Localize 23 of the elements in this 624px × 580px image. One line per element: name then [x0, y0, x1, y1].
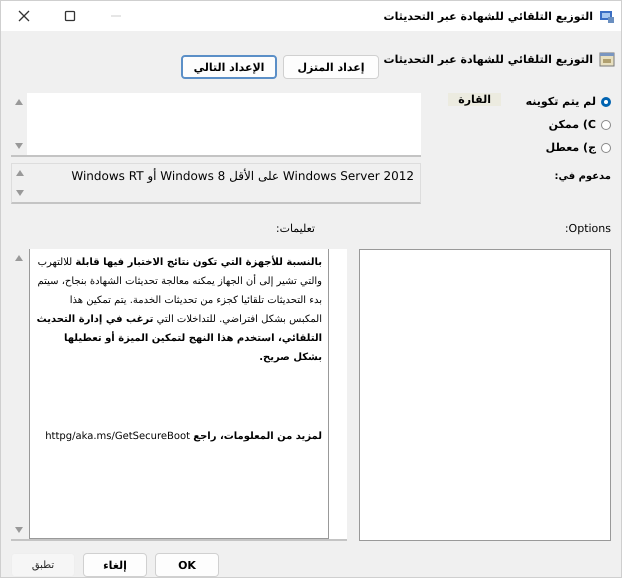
maximize-icon [64, 10, 76, 22]
supported-box: Windows Server 2012 على الأقل Windows 8 أو Windows RT [11, 162, 421, 204]
state-radio[interactable]: لم يتم تكوينه [501, 95, 611, 108]
window-title: التوزيع التلقائي للشهادة عبر التحديثات [384, 10, 593, 22]
nav-button[interactable]: إعداد المتزل [283, 55, 379, 79]
help-paragraph: بالنسبة للأجهزة التي تكون نتائج الاختبار فيها قابلة للالتهرب والتي تشير إلى أن الجهاز يمكنه معالجة تحديثات الشهادة بنجاح، سيتم بدء التحديثات تلقائيا كجزء من تحديثات الخدمة. يتم تمكين هذا المكبس بشكل افتراضي. للتداخلات التي ترغب في إدارة التحديث التلقائي، استخدم هذا النهج لتمكين الميزة أو تعطيلها بشكل صريح. [36, 254, 322, 365]
close-icon [18, 10, 30, 22]
state-radio[interactable]: C) ممكن [501, 118, 611, 131]
comment-label: القارة [448, 93, 501, 106]
dialog-button[interactable]: OK [155, 553, 219, 577]
policy-title: التوزيع التلقائي للشهادة عبر التحديثات [384, 52, 593, 66]
policy-icon [599, 8, 615, 24]
settings-page-icon [599, 51, 615, 67]
nav-button[interactable]: الإعداد التالي [181, 55, 277, 79]
help-label: تعليمات: [276, 222, 315, 235]
radio-indicator[interactable] [601, 120, 611, 130]
options-label: Options: [564, 222, 611, 235]
radio-indicator[interactable] [601, 96, 611, 106]
comment-field[interactable] [11, 93, 421, 157]
state-radio[interactable]: ج) معطل [501, 141, 611, 154]
dialog-button[interactable]: إلغاء [83, 553, 147, 577]
supported-label: مدعوم في: [553, 170, 611, 184]
radio-indicator[interactable] [601, 142, 611, 152]
